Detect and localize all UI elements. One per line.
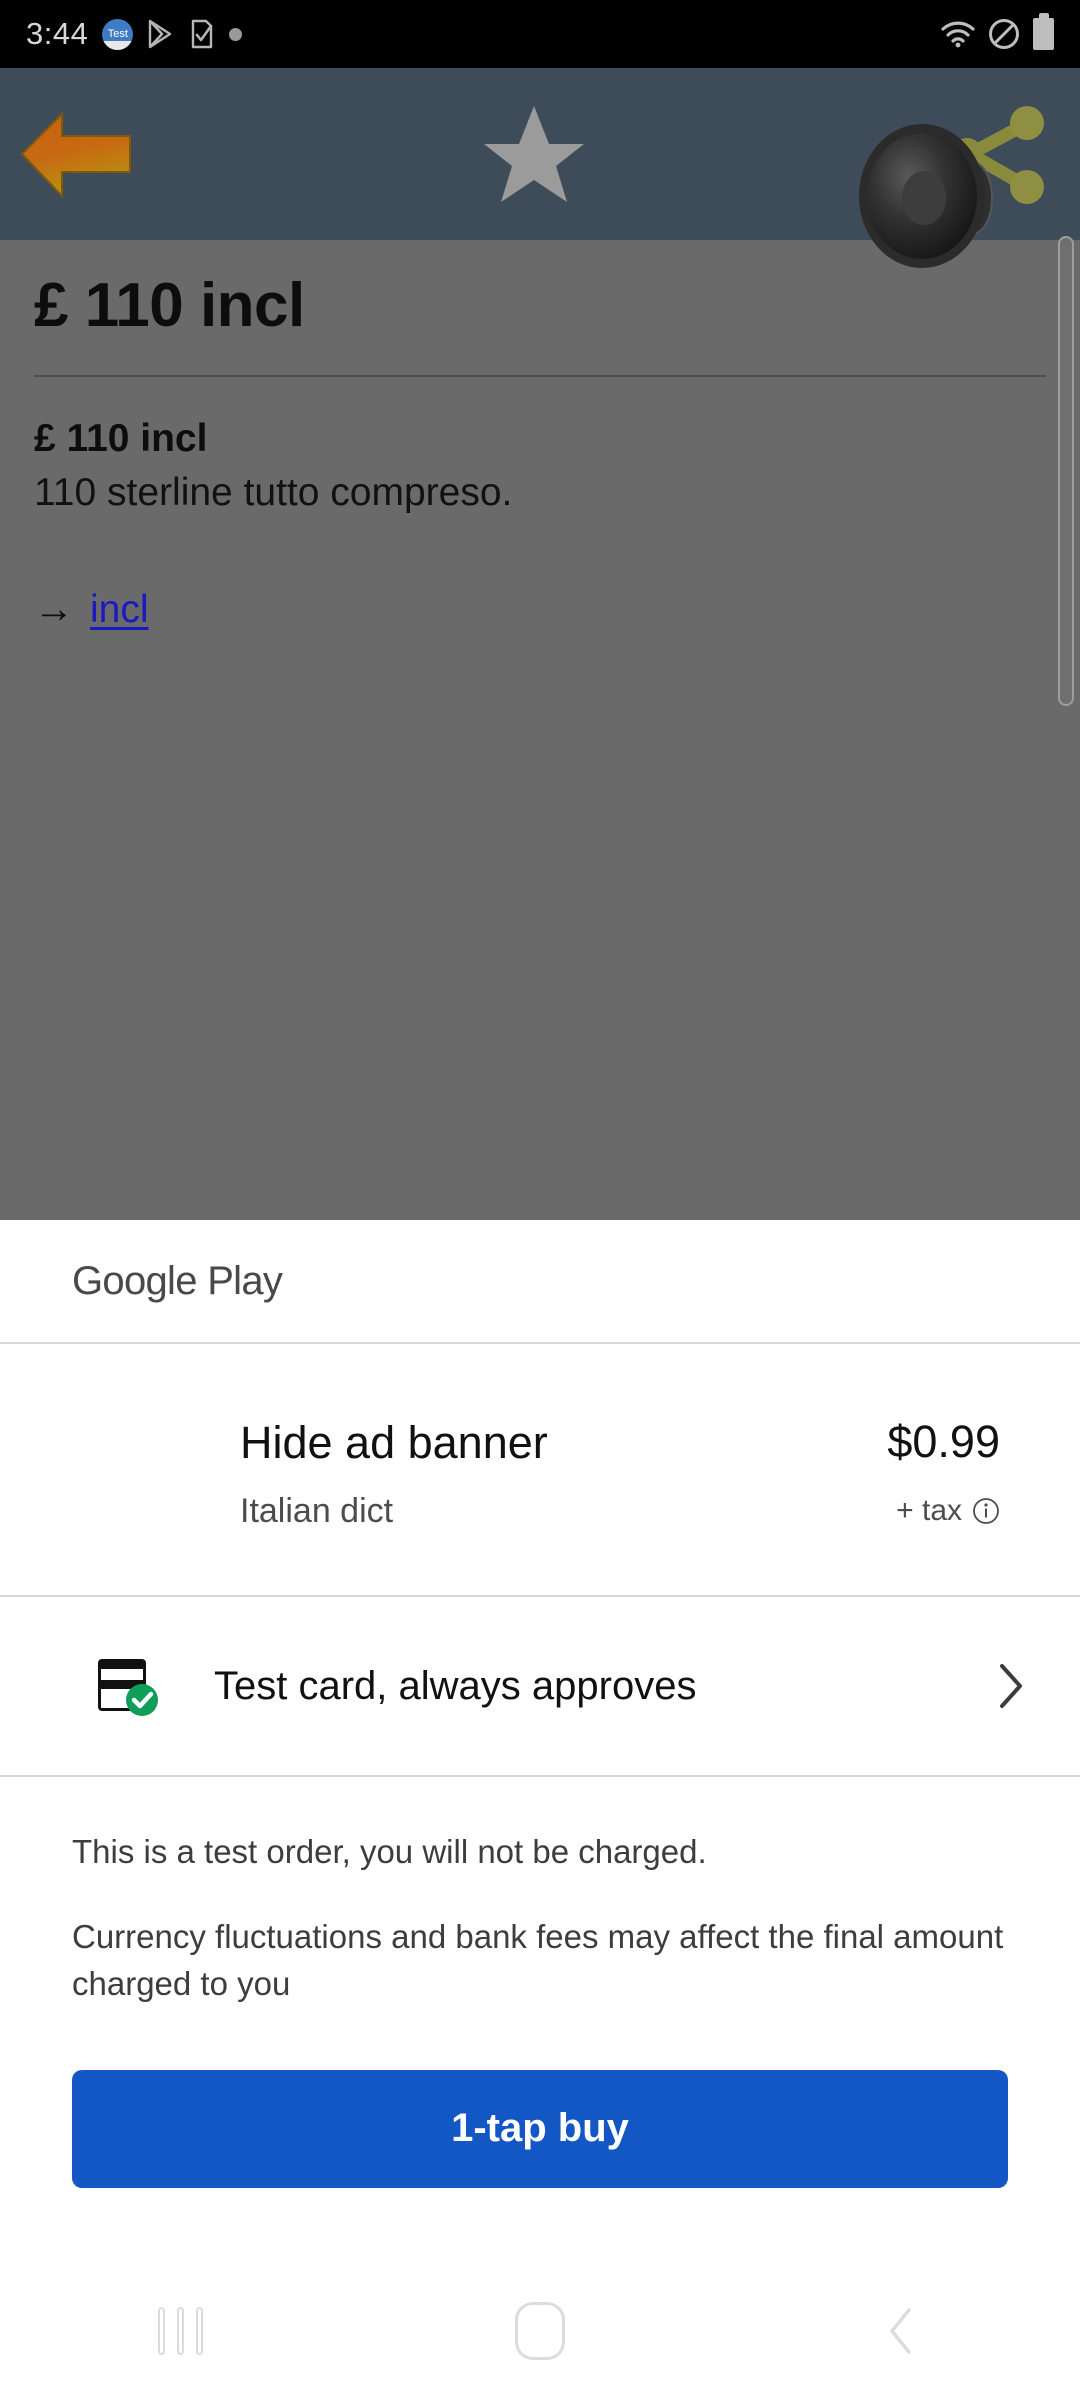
- recents-button[interactable]: [0, 2307, 360, 2355]
- purchase-item-price: $0.99: [887, 1416, 1000, 1467]
- do-not-disturb-icon: [989, 19, 1019, 49]
- cross-reference-link[interactable]: incl: [90, 588, 149, 632]
- purchase-notes: This is a test order, you will not be ch…: [0, 1777, 1080, 2008]
- purchase-item-info: Hide ad banner Italian dict: [0, 1416, 887, 1531]
- sense-term: £ 110 incl: [34, 417, 208, 461]
- favorite-button[interactable]: [362, 102, 706, 207]
- headword-divider: [34, 375, 1046, 378]
- purchase-item-subtitle: Italian dict: [240, 1492, 394, 1530]
- note-check-icon: [189, 19, 215, 49]
- status-bar-left: 3:44 Test: [26, 16, 243, 52]
- purchase-item-tax[interactable]: + tax: [887, 1494, 1000, 1528]
- currency-note: Currency fluctuations and bank fees may …: [72, 1917, 1004, 2002]
- content-scrollbar[interactable]: [1058, 236, 1074, 706]
- purchase-item-row: Hide ad banner Italian dict $0.99 + tax: [0, 1344, 1080, 1595]
- credit-card-icon: [96, 1655, 168, 1717]
- dimmed-app-background: £ 110 incl £ 110 incl 110 sterline tutto…: [0, 68, 1080, 1220]
- sense-definition: 110 sterline tutto compreso.: [34, 471, 513, 515]
- google-play-logo: Google Play: [72, 1258, 283, 1303]
- nav-back-icon: [885, 2307, 915, 2355]
- test-app-icon: Test: [102, 18, 134, 50]
- dictionary-entry: £ 110 incl £ 110 incl 110 sterline tutto…: [0, 240, 1080, 1220]
- speaker-icon[interactable]: [852, 110, 1020, 280]
- status-bar-right: [941, 18, 1054, 50]
- home-icon: [515, 2302, 565, 2360]
- status-bar-clock: 3:44: [26, 16, 89, 51]
- tax-label: + tax: [896, 1494, 962, 1527]
- payment-method-label: Test card, always approves: [214, 1663, 697, 1708]
- info-icon[interactable]: [972, 1497, 1000, 1525]
- star-icon: [479, 102, 589, 207]
- dot-icon: [229, 27, 243, 41]
- back-button[interactable]: [0, 100, 362, 208]
- battery-icon: [1033, 18, 1054, 50]
- dictionary-headword: £ 110 incl: [34, 271, 305, 340]
- purchase-item-pricing: $0.99 + tax: [887, 1416, 1016, 1528]
- one-tap-buy-button[interactable]: 1-tap buy: [72, 2069, 1008, 2188]
- play-store-icon: [147, 19, 175, 49]
- cross-reference: → incl: [34, 587, 1046, 632]
- wifi-icon: [941, 20, 975, 48]
- purchase-item-title: Hide ad banner: [240, 1417, 548, 1468]
- test-order-note: This is a test order, you will not be ch…: [72, 1833, 707, 1870]
- status-bar: 3:44 Test: [0, 0, 1080, 68]
- chevron-right-icon[interactable]: [998, 1663, 1024, 1709]
- nav-back-button[interactable]: [720, 2307, 1080, 2355]
- home-button[interactable]: [360, 2302, 720, 2360]
- back-arrow-icon: [18, 100, 134, 208]
- buy-button-container: 1-tap buy: [0, 2008, 1080, 2188]
- recents-icon: [157, 2307, 203, 2355]
- system-navigation-bar: [0, 2262, 1080, 2400]
- arrow-right-icon: →: [34, 587, 74, 632]
- test-app-icon-label: Test: [107, 27, 128, 40]
- google-play-header: Google Play: [0, 1220, 1080, 1342]
- payment-method-row[interactable]: Test card, always approves: [0, 1597, 1080, 1775]
- purchase-bottom-sheet: Google Play Hide ad banner Italian dict …: [0, 1220, 1080, 2400]
